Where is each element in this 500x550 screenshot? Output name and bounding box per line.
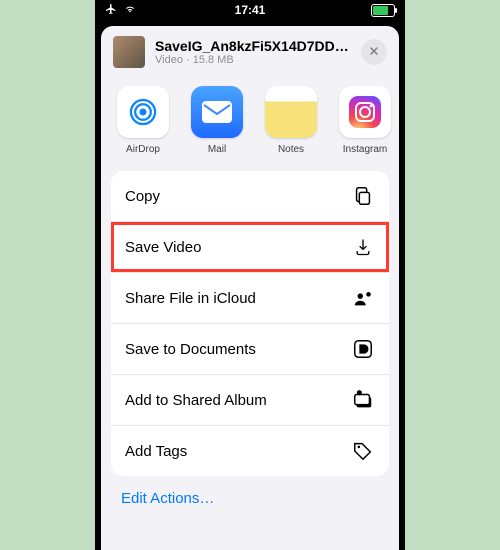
close-button[interactable] xyxy=(361,39,387,65)
app-label: Instagram xyxy=(337,144,393,155)
action-save-documents[interactable]: Save to Documents xyxy=(111,323,389,374)
share-app-mail[interactable]: Mail xyxy=(189,86,245,155)
edit-actions-link[interactable]: Edit Actions… xyxy=(101,476,399,521)
app-label: Notes xyxy=(263,144,319,155)
instagram-icon xyxy=(339,86,391,138)
share-app-airdrop[interactable]: AirDrop xyxy=(115,86,171,155)
phone-frame: 17:41 SaveIG_An8kzFi5X14D7DDhXM... Video… xyxy=(95,0,405,550)
share-apps-row: AirDrop Mail Notes Instagram T xyxy=(101,78,399,171)
airdrop-icon xyxy=(117,86,169,138)
file-name: SaveIG_An8kzFi5X14D7DDhXM... xyxy=(155,38,351,54)
people-cloud-icon xyxy=(351,286,375,310)
file-meta: Video · 15.8 MB xyxy=(155,54,351,66)
action-copy[interactable]: Copy xyxy=(111,171,389,221)
app-label: Mail xyxy=(189,144,245,155)
file-thumbnail xyxy=(113,36,145,68)
documents-app-icon xyxy=(351,337,375,361)
tag-icon xyxy=(351,439,375,463)
status-time: 17:41 xyxy=(235,3,266,17)
share-app-instagram[interactable]: Instagram xyxy=(337,86,393,155)
action-save-video[interactable]: Save Video xyxy=(111,221,389,272)
action-label: Add to Shared Album xyxy=(125,392,351,409)
notes-icon xyxy=(265,86,317,138)
action-label: Save to Documents xyxy=(125,341,351,358)
action-label: Copy xyxy=(125,188,351,205)
share-sheet: SaveIG_An8kzFi5X14D7DDhXM... Video · 15.… xyxy=(101,26,399,550)
share-header: SaveIG_An8kzFi5X14D7DDhXM... Video · 15.… xyxy=(101,26,399,78)
action-add-shared-album[interactable]: Add to Shared Album xyxy=(111,374,389,425)
app-label: AirDrop xyxy=(115,144,171,155)
close-icon xyxy=(368,45,380,60)
action-add-tags[interactable]: Add Tags xyxy=(111,425,389,476)
mail-icon xyxy=(191,86,243,138)
airplane-icon xyxy=(105,3,117,18)
download-icon xyxy=(351,235,375,259)
action-label: Share File in iCloud xyxy=(125,290,351,307)
battery-icon xyxy=(371,4,395,17)
action-share-icloud[interactable]: Share File in iCloud xyxy=(111,272,389,323)
status-bar: 17:41 xyxy=(95,0,405,20)
share-app-notes[interactable]: Notes xyxy=(263,86,319,155)
copy-icon xyxy=(351,184,375,208)
action-label: Add Tags xyxy=(125,443,351,460)
shared-album-icon xyxy=(351,388,375,412)
wifi-icon xyxy=(123,3,137,18)
actions-list: Copy Save Video Share File in iCloud Sav… xyxy=(111,171,389,476)
action-label: Save Video xyxy=(125,239,351,256)
